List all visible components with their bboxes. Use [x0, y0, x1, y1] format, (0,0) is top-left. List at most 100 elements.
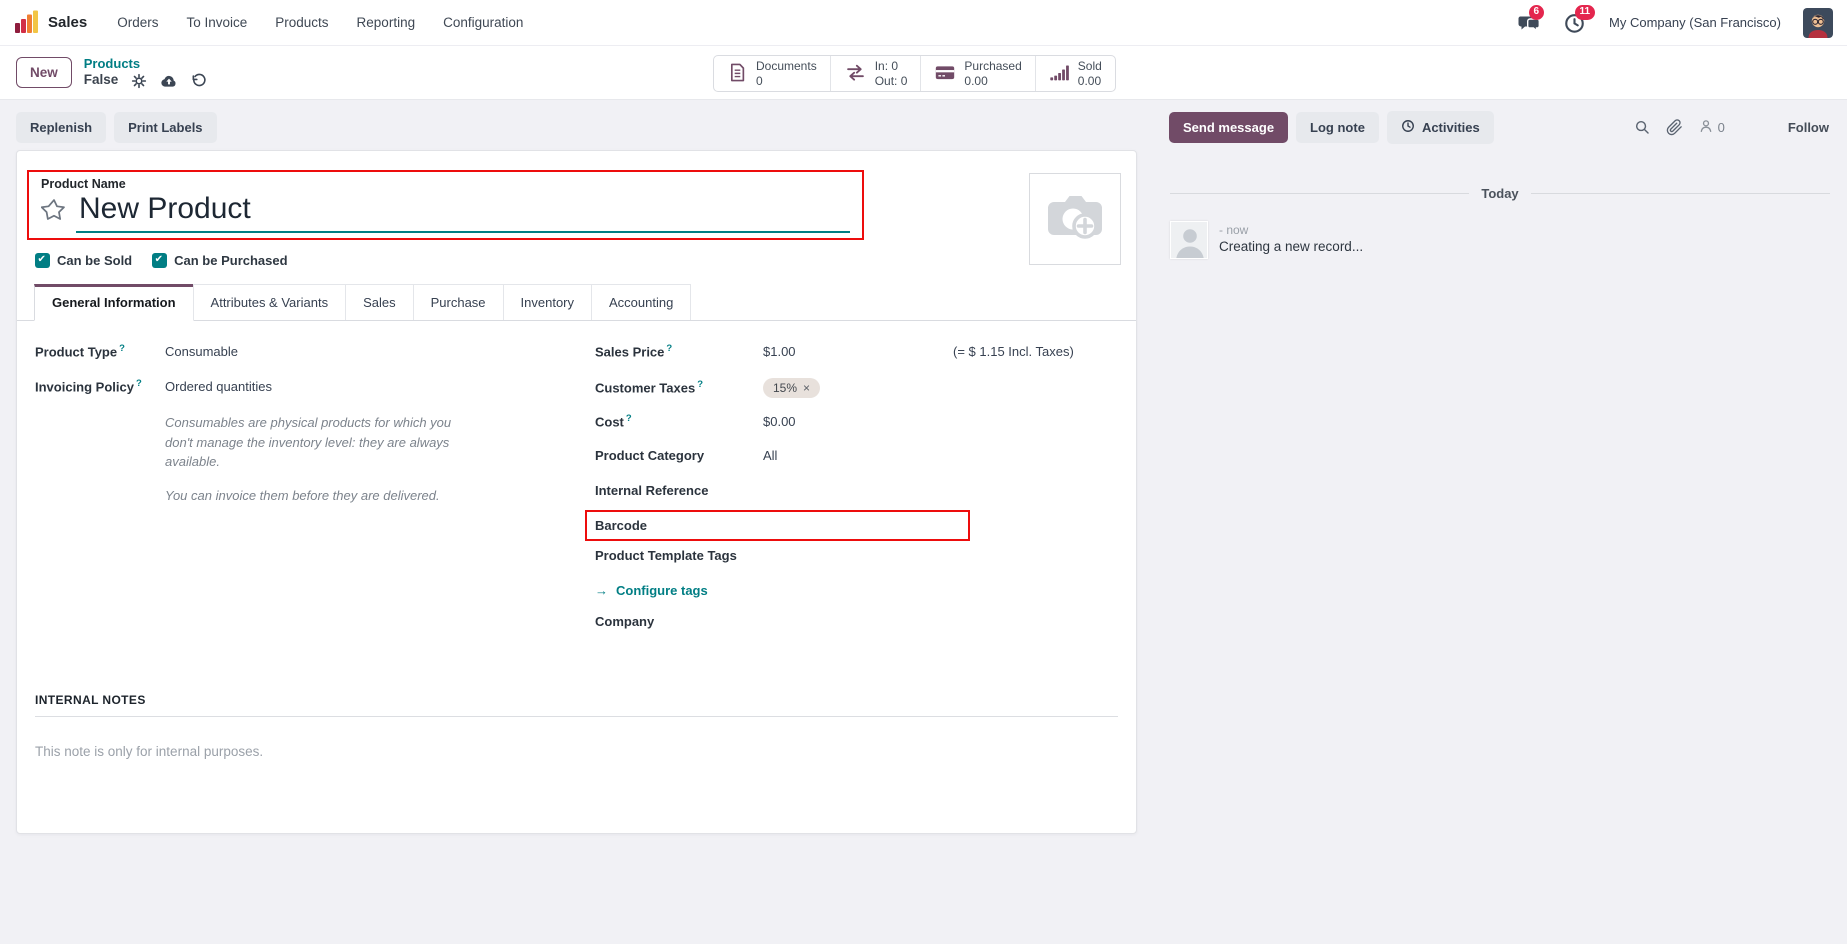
product-category-label: Product Category: [595, 448, 763, 463]
stat-in-label: In: 0: [875, 59, 908, 74]
print-labels-button[interactable]: Print Labels: [114, 112, 216, 143]
attachment-paperclip-icon[interactable]: [1666, 119, 1683, 136]
configure-tags-row: → Configure tags: [595, 583, 1122, 598]
activities-button[interactable]: Activities: [1387, 111, 1494, 144]
tax-tag[interactable]: 15% ×: [763, 378, 820, 398]
message-avatar: [1170, 221, 1208, 259]
tab-accounting[interactable]: Accounting: [591, 284, 691, 320]
new-button[interactable]: New: [16, 57, 72, 88]
company-field: Company: [595, 614, 1122, 634]
consumable-help-text: Consumables are physical products for wh…: [165, 413, 470, 505]
tax-tag-value: 15%: [773, 381, 797, 395]
tax-tag-remove-icon[interactable]: ×: [803, 381, 810, 395]
internal-reference-field: Internal Reference: [595, 483, 1122, 503]
follow-button[interactable]: Follow: [1788, 120, 1829, 135]
date-divider: Today: [1170, 186, 1830, 201]
search-message-icon[interactable]: [1634, 119, 1651, 136]
top-navbar: Sales Orders To Invoice Products Reporti…: [0, 0, 1847, 46]
invoicing-policy-field: Invoicing Policy? Ordered quantities: [35, 378, 555, 398]
chat-bubbles-icon: [1517, 23, 1541, 38]
menu-to-invoice[interactable]: To Invoice: [186, 15, 247, 30]
menu-configuration[interactable]: Configuration: [443, 15, 523, 30]
clock-icon: [1563, 22, 1586, 37]
stat-purchased-value: 0.00: [964, 74, 1021, 89]
breadcrumb-products-link[interactable]: Products: [84, 56, 208, 72]
tab-sales[interactable]: Sales: [345, 284, 414, 320]
can-be-purchased-checkbox[interactable]: Can be Purchased: [152, 253, 287, 268]
customer-taxes-field: Customer Taxes? 15% ×: [595, 378, 1122, 398]
transfer-arrows-icon: [844, 62, 867, 86]
followers-count: 0: [1718, 120, 1725, 135]
activities-menu-button[interactable]: 11: [1563, 11, 1587, 35]
document-icon: [727, 62, 748, 86]
checkbox-checked-icon: [152, 253, 167, 268]
configure-tags-link[interactable]: Configure tags: [616, 583, 708, 598]
stat-out-label: Out: 0: [875, 74, 908, 89]
customer-taxes-label: Customer Taxes?: [595, 379, 763, 395]
product-category-value[interactable]: All: [763, 448, 777, 463]
internal-notes-section: INTERNAL NOTES This note is only for int…: [35, 693, 1118, 759]
person-icon: [1698, 118, 1714, 137]
stat-purchased-label: Purchased: [964, 59, 1021, 74]
stat-button-group: Documents 0 In: 0 Out: 0: [713, 55, 1116, 92]
favorite-star-icon[interactable]: [41, 197, 67, 226]
discard-undo-icon[interactable]: [191, 73, 207, 89]
stat-purchased-button[interactable]: Purchased 0.00: [920, 56, 1034, 91]
activities-badge: 11: [1575, 5, 1595, 20]
internal-notes-title: INTERNAL NOTES: [35, 693, 1118, 717]
tab-purchase[interactable]: Purchase: [413, 284, 504, 320]
cost-label: Cost?: [595, 413, 763, 429]
save-cloud-icon[interactable]: [160, 73, 178, 89]
company-label: Company: [595, 614, 763, 629]
tab-inventory[interactable]: Inventory: [503, 284, 592, 320]
credit-card-icon: [934, 62, 956, 86]
action-bar: Replenish Print Labels Send message Log …: [0, 111, 1847, 144]
product-name-label: Product Name: [41, 177, 850, 191]
menu-reporting[interactable]: Reporting: [357, 15, 416, 30]
tax-included-note: (= $ 1.15 Incl. Taxes): [953, 344, 1074, 359]
message-time: - now: [1219, 223, 1363, 237]
sale-purchase-checkboxes: Can be Sold Can be Purchased: [35, 253, 1136, 268]
camera-plus-icon: [1046, 193, 1104, 246]
barcode-label: Barcode: [595, 518, 763, 533]
tab-general-information[interactable]: General Information: [34, 284, 194, 321]
menu-products[interactable]: Products: [275, 15, 328, 30]
help-icon: ?: [666, 343, 672, 354]
activity-clock-icon: [1401, 119, 1415, 136]
breadcrumb: Products False: [84, 56, 208, 89]
stat-sold-button[interactable]: Sold 0.00: [1035, 56, 1115, 91]
app-switcher[interactable]: Sales: [14, 9, 87, 37]
stat-documents-button[interactable]: Documents 0: [714, 56, 830, 91]
stat-in-out-button[interactable]: In: 0 Out: 0: [830, 56, 921, 91]
date-divider-label: Today: [1481, 186, 1518, 201]
product-type-value[interactable]: Consumable: [165, 344, 238, 359]
gear-icon[interactable]: [131, 73, 147, 89]
stat-documents-value: 0: [756, 74, 817, 89]
followers-button[interactable]: 0: [1698, 118, 1725, 137]
stat-sold-label: Sold: [1078, 59, 1102, 74]
can-be-sold-checkbox[interactable]: Can be Sold: [35, 253, 132, 268]
invoicing-policy-value[interactable]: Ordered quantities: [165, 379, 272, 394]
tab-attributes-variants[interactable]: Attributes & Variants: [193, 284, 347, 320]
log-note-button[interactable]: Log note: [1296, 112, 1379, 143]
menu-orders[interactable]: Orders: [117, 15, 158, 30]
product-template-tags-field: Product Template Tags: [595, 548, 1122, 568]
sales-price-value[interactable]: $1.00: [763, 344, 953, 359]
product-type-field: Product Type? Consumable: [35, 343, 555, 363]
replenish-button[interactable]: Replenish: [16, 112, 106, 143]
internal-notes-input[interactable]: This note is only for internal purposes.: [35, 744, 1118, 759]
user-avatar[interactable]: [1803, 8, 1833, 38]
app-name: Sales: [48, 14, 87, 31]
product-name-input[interactable]: New Product: [76, 192, 850, 233]
can-be-sold-label: Can be Sold: [57, 253, 132, 268]
product-template-tags-label: Product Template Tags: [595, 548, 763, 563]
help-icon: ?: [136, 378, 142, 389]
company-switcher[interactable]: My Company (San Francisco): [1609, 15, 1781, 30]
messages-badge: 6: [1529, 5, 1544, 20]
product-type-label: Product Type?: [35, 343, 165, 359]
send-message-button[interactable]: Send message: [1169, 112, 1288, 143]
product-image-upload[interactable]: [1029, 173, 1121, 265]
cost-field: Cost? $0.00: [595, 413, 1122, 433]
messages-menu-button[interactable]: 6: [1517, 11, 1541, 35]
cost-value[interactable]: $0.00: [763, 414, 796, 429]
